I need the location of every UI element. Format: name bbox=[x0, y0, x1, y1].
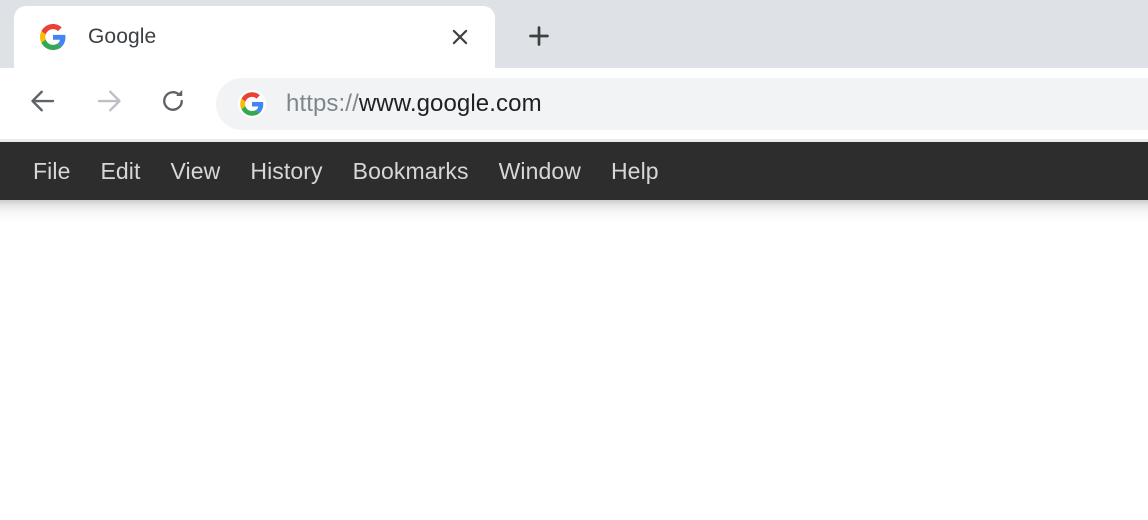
url-text[interactable]: https://www.google.com bbox=[286, 90, 542, 118]
url-host: www.google.com bbox=[358, 90, 542, 117]
google-g-icon bbox=[238, 90, 266, 118]
forward-button[interactable] bbox=[86, 81, 132, 127]
close-icon[interactable] bbox=[443, 20, 477, 54]
address-bar[interactable]: https://www.google.com bbox=[216, 78, 1148, 130]
browser-window: Google https://www.google.com File Edit … bbox=[0, 0, 1148, 520]
arrow-left-icon bbox=[28, 86, 58, 121]
menu-item-help[interactable]: Help bbox=[596, 152, 674, 191]
menu-item-history[interactable]: History bbox=[235, 152, 337, 191]
new-tab-button[interactable] bbox=[516, 15, 562, 61]
menu-item-bookmarks[interactable]: Bookmarks bbox=[338, 152, 484, 191]
menu-item-window[interactable]: Window bbox=[484, 152, 596, 191]
tab-strip: Google bbox=[0, 0, 1148, 68]
menu-item-file[interactable]: File bbox=[18, 152, 85, 191]
plus-icon bbox=[526, 23, 552, 54]
menu-item-edit[interactable]: Edit bbox=[85, 152, 155, 191]
tab-title: Google bbox=[88, 25, 157, 48]
menu-item-view[interactable]: View bbox=[156, 152, 236, 191]
google-g-icon bbox=[40, 24, 66, 50]
arrow-right-icon bbox=[94, 86, 124, 121]
application-menu-bar: File Edit View History Bookmarks Window … bbox=[0, 142, 1148, 200]
url-scheme: https:// bbox=[286, 90, 359, 117]
browser-tab-google[interactable]: Google bbox=[14, 6, 495, 68]
reload-icon bbox=[158, 86, 188, 121]
reload-button[interactable] bbox=[150, 81, 196, 127]
page-content-area bbox=[0, 200, 1148, 520]
back-button[interactable] bbox=[20, 81, 66, 127]
